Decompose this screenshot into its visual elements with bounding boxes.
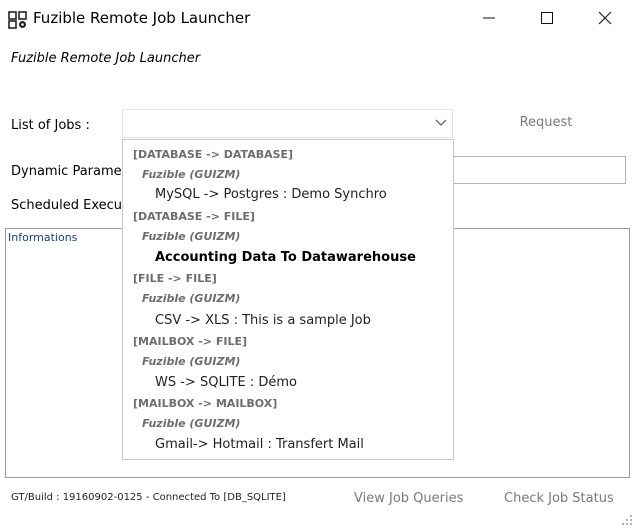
informations-label: Informations	[8, 231, 78, 244]
window-title: Fuzible Remote Job Launcher	[33, 9, 251, 27]
dropdown-group-header: [DATABASE -> DATABASE]	[133, 148, 294, 161]
maximize-icon	[541, 12, 553, 24]
app-gear-icon	[8, 9, 28, 29]
chevron-down-icon[interactable]	[435, 119, 447, 127]
view-job-queries-button[interactable]: View Job Queries	[354, 491, 463, 506]
dropdown-group-owner: Fuzible (GUIZM)	[142, 292, 241, 305]
resize-grip-icon[interactable]	[621, 514, 633, 526]
dropdown-job-item[interactable]: CSV -> XLS : This is a sample Job	[155, 313, 371, 328]
jobs-combobox[interactable]	[122, 109, 453, 138]
page-subtitle: Fuzible Remote Job Launcher	[11, 51, 201, 66]
dropdown-group-header: [FILE -> FILE]	[133, 272, 217, 285]
dropdown-group-owner: Fuzible (GUIZM)	[142, 355, 241, 368]
minimize-button[interactable]	[460, 0, 518, 36]
title-bar: Fuzible Remote Job Launcher	[0, 0, 635, 36]
close-button[interactable]	[576, 0, 634, 36]
request-button[interactable]: Request	[500, 115, 592, 135]
scheduled-execution-label: Scheduled Executio	[11, 198, 139, 213]
check-job-status-button[interactable]: Check Job Status	[504, 491, 614, 506]
dropdown-job-item[interactable]: MySQL -> Postgres : Demo Synchro	[155, 187, 387, 202]
dropdown-group-owner: Fuzible (GUIZM)	[142, 230, 241, 243]
dropdown-group-header: [DATABASE -> FILE]	[133, 210, 255, 223]
close-icon	[598, 11, 612, 25]
dropdown-job-item[interactable]: Gmail-> Hotmail : Transfert Mail	[155, 437, 364, 452]
maximize-button[interactable]	[518, 0, 576, 36]
dynamic-parameters-label: Dynamic Paramete	[11, 164, 135, 179]
dropdown-group-owner: Fuzible (GUIZM)	[142, 168, 241, 181]
dropdown-job-item[interactable]: WS -> SQLITE : Démo	[155, 375, 297, 390]
minimize-icon	[483, 17, 495, 19]
jobs-dropdown-list[interactable]: [DATABASE -> DATABASE] Fuzible (GUIZM) M…	[122, 139, 454, 460]
dropdown-group-header: [MAILBOX -> MAILBOX]	[133, 397, 278, 410]
dropdown-group-owner: Fuzible (GUIZM)	[142, 417, 241, 430]
dropdown-group-header: [MAILBOX -> FILE]	[133, 335, 248, 348]
dropdown-job-item-highlighted[interactable]: Accounting Data To Datawarehouse	[155, 250, 416, 265]
jobs-label: List of Jobs :	[11, 118, 90, 133]
build-status-text: GT/Build : 19160902-0125 - Connected To …	[11, 492, 286, 503]
dynamic-parameters-input[interactable]	[453, 156, 626, 184]
